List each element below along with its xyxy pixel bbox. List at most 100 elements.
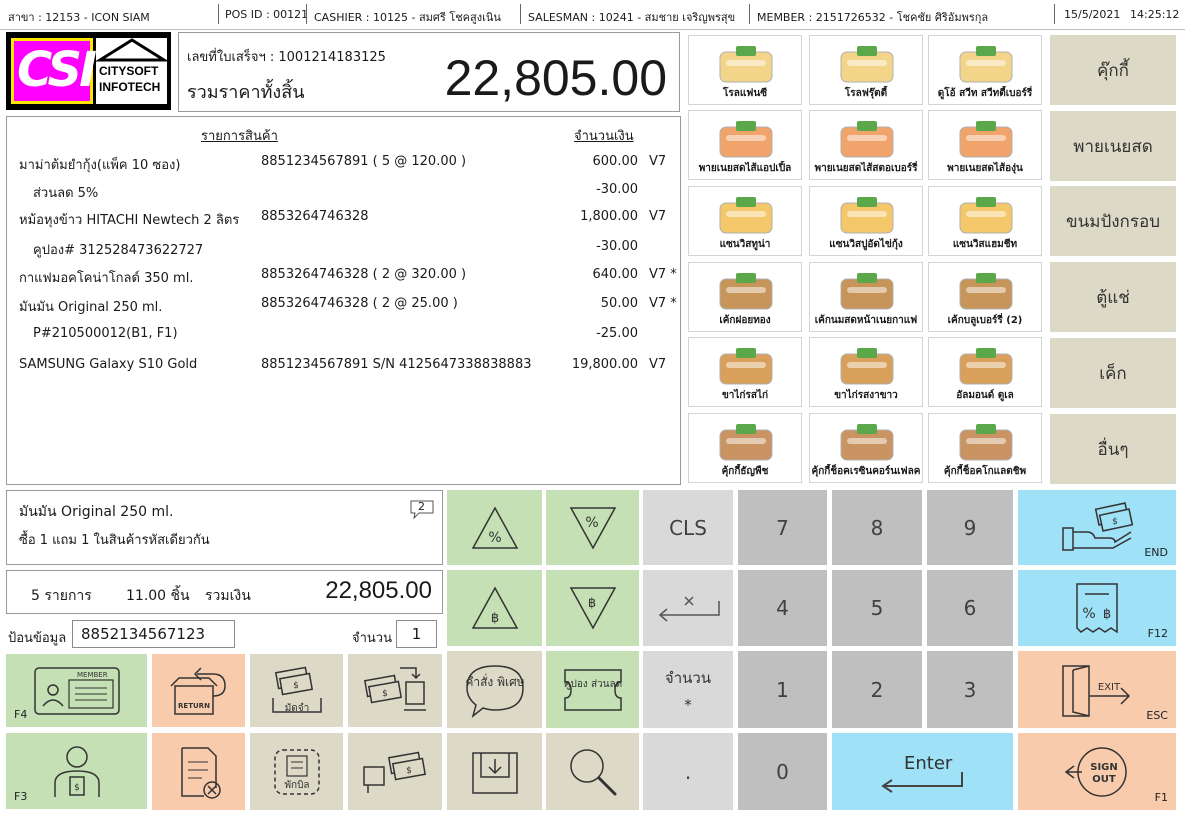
svg-text:%: % [488, 530, 501, 546]
clear-button[interactable]: CLS [643, 490, 733, 565]
key-4[interactable]: 4 [738, 570, 827, 646]
item-vat: V7 [649, 209, 667, 224]
product-tile[interactable]: แซนวิสปูอัดไข่กุ้ง [809, 186, 923, 256]
item-row[interactable]: มาม่าต้มยำกุ้ง(แพ็ค 10 ซอง) 885123456789… [7, 154, 680, 178]
key-5[interactable]: 5 [832, 570, 922, 646]
exit-text: EXIT [1098, 682, 1121, 693]
cash-out-button[interactable]: $ [348, 733, 442, 810]
product-label: แซนวิสทูน่า [719, 239, 771, 250]
product-tile[interactable]: แซนวิสแฮมชีท [928, 186, 1042, 256]
void-bill-button[interactable] [152, 733, 245, 810]
product-label: คุ้กกี้ช็อคโกแลตชิพ [943, 466, 1027, 477]
item-row[interactable]: มันมัน Original 250 ml. 8853264746328 ( … [7, 296, 680, 320]
item-row[interactable]: P#210500012(B1, F1) -25.00 [7, 326, 680, 350]
item-code: 8853264746328 [261, 209, 369, 224]
product-tile[interactable]: เค้กบลูเบอร์รี่ (2) [928, 262, 1042, 332]
header-product: รายการสินค้า [201, 129, 278, 144]
backspace-button[interactable] [643, 570, 733, 646]
product-tile[interactable]: เค้กนมสดหน้าเนยกาแฟ [809, 262, 923, 332]
return-box-icon: RETURN [169, 666, 226, 715]
product-tile[interactable]: แซนวิสทูน่า [688, 186, 802, 256]
member-button[interactable]: MEMBER F4 [6, 654, 147, 727]
open-drawer-button[interactable] [447, 733, 542, 810]
product-tile[interactable]: ขาไก่รสงาขาว [809, 337, 923, 407]
product-tile[interactable]: คุ้กกี้ช็อคโกแลตชิพ [928, 413, 1042, 483]
key-1[interactable]: 1 [738, 651, 827, 728]
item-row[interactable]: กาแฟมอคโคน่าโกลด์ 350 ml. 8853264746328 … [7, 267, 680, 291]
input-row: ป้อนข้อมูล 8852134567123 จำนวน 1 [6, 620, 443, 650]
discount-receipt-button[interactable]: % ฿ F12 [1018, 570, 1176, 646]
product-label: พายเนยสดไส้สตอเบอร์รี่ [814, 163, 918, 174]
product-tile[interactable]: โรลฟรุ๊ตตี้ [809, 35, 923, 105]
product-tile[interactable]: อัลมอนด์ ตูเล [928, 337, 1042, 407]
category-cake[interactable]: เค็ก [1050, 338, 1176, 408]
product-tile[interactable]: พายเนยสดไส้องุ่น [928, 110, 1042, 180]
sign-out-button[interactable]: SIGN OUT F1 [1018, 733, 1176, 810]
item-row[interactable]: คูปอง# 312528473622727 -30.00 [7, 239, 680, 263]
speech-bubble-icon[interactable]: 2 [409, 499, 435, 520]
enter-button[interactable]: Enter [832, 733, 1013, 810]
qty-input[interactable]: 1 [396, 620, 437, 648]
product-tile[interactable]: คุ้กกี้ช็อคเรซินคอร์นเฟลค [809, 413, 923, 483]
key-3[interactable]: 3 [927, 651, 1013, 728]
product-label: โรลแฟนซี [722, 88, 768, 99]
key-6[interactable]: 6 [927, 570, 1013, 646]
category-cookies[interactable]: คุ๊กกี้ [1050, 35, 1176, 105]
quantity-button[interactable]: จำนวน * [643, 651, 733, 728]
svg-text:%: % [585, 515, 598, 531]
baht-triangle-up-icon: ฿ [471, 586, 518, 629]
hold-bill-button[interactable]: พักบิล [250, 733, 343, 810]
product-tile[interactable]: โรลแฟนซี [688, 35, 802, 105]
baht-discount-down-button[interactable]: ฿ [546, 570, 639, 646]
category-fridge[interactable]: ตู้แช่ [1050, 262, 1176, 332]
item-row[interactable]: ส่วนลด 5% -30.00 [7, 182, 680, 206]
item-amount: 640.00 [592, 267, 639, 282]
f4-key-label: F4 [14, 708, 28, 721]
percent-discount-up-button[interactable]: % [447, 490, 542, 565]
coupon-text: คูปอง ส่วนลด [563, 679, 621, 690]
key-8[interactable]: 8 [832, 490, 922, 565]
category-others[interactable]: อื่นๆ [1050, 414, 1176, 484]
exit-button[interactable]: EXIT ESC [1018, 651, 1176, 728]
f1-key-label: F1 [1154, 791, 1168, 804]
percent-triangle-up-icon: % [471, 505, 518, 549]
time-text: 14:25:12 [1130, 8, 1180, 21]
baht-triangle-down-icon: ฿ [569, 587, 616, 630]
key-9[interactable]: 9 [927, 490, 1013, 565]
baht-discount-up-button[interactable]: ฿ [447, 570, 542, 646]
piece-count: 11.00 ชิ้น [126, 588, 190, 604]
quantity-label: จำนวน [664, 668, 712, 687]
key-7[interactable]: 7 [738, 490, 827, 565]
item-row[interactable]: หม้อหุงข้าว HITACHI Newtech 2 ลิตร 88532… [7, 209, 680, 233]
product-image-icon [959, 424, 1013, 461]
product-tile[interactable]: ขาไก่รสไก่ [688, 337, 802, 407]
product-tile[interactable]: พายเนยสดไส้แอปเปิ้ล [688, 110, 802, 180]
category-crispy-bread[interactable]: ขนมปังกรอบ [1050, 186, 1176, 256]
sales-summary: 5 รายการ 11.00 ชิ้น รวมเงิน 22,805.00 [6, 570, 443, 614]
decimal-button[interactable]: . [643, 733, 733, 810]
item-row[interactable]: SAMSUNG Galaxy S10 Gold 8851234567891 S/… [7, 357, 680, 381]
percent-discount-down-button[interactable]: % [546, 490, 639, 565]
product-tile[interactable]: เค้กฝอยทอง [688, 262, 802, 332]
key-2[interactable]: 2 [832, 651, 922, 728]
product-tile[interactable]: พายเนยสดไส้สตอเบอร์รี่ [809, 110, 923, 180]
enter-label: Enter [904, 753, 953, 774]
key-0[interactable]: 0 [738, 733, 827, 810]
deposit-button[interactable]: $ มัดจำ [250, 654, 343, 727]
return-button[interactable]: RETURN [152, 654, 245, 727]
item-list[interactable]: รายการสินค้า จำนวนเงิน มาม่าต้มยำกุ้ง(แพ… [6, 116, 681, 485]
product-tile[interactable]: คุ้กกี้ธัญพืช [688, 413, 802, 483]
coupon-discount-button[interactable]: คูปอง ส่วนลด [546, 651, 639, 728]
product-image-icon [840, 197, 894, 234]
search-icon [569, 748, 616, 795]
svg-text:$: $ [74, 783, 80, 793]
category-butter-pie[interactable]: พายเนยสด [1050, 111, 1176, 181]
barcode-input[interactable]: 8852134567123 [72, 620, 235, 648]
special-command-button[interactable]: คำสั่ง พิเศษ [447, 651, 542, 728]
end-payment-button[interactable]: $ END [1018, 490, 1176, 565]
search-button[interactable] [546, 733, 639, 810]
product-tile[interactable]: ดูโอ้ สวีท สวีทตี้เบอร์รี่ [928, 35, 1042, 105]
customer-button[interactable]: $ F3 [6, 733, 147, 809]
product-image-icon [719, 197, 773, 234]
cash-in-button[interactable]: $ [348, 654, 442, 727]
